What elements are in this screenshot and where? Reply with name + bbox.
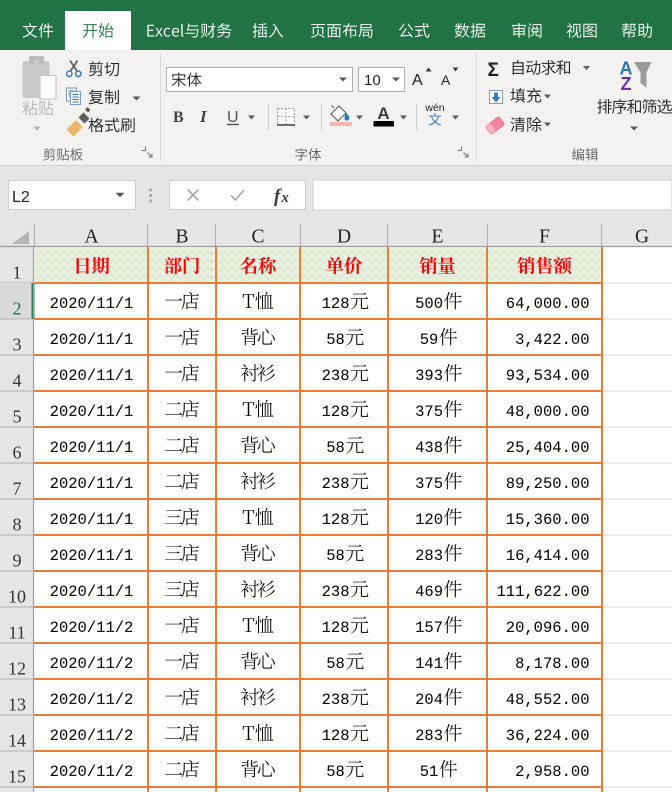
svg-text:2: 2 [13,299,22,319]
svg-text:238: 238 [322,691,350,709]
svg-text:6: 6 [13,443,22,463]
svg-text:111,622.00: 111,622.00 [496,583,589,601]
svg-text:141: 141 [415,655,443,673]
svg-text:128: 128 [322,511,350,529]
svg-text:93,534.00: 93,534.00 [506,367,590,385]
svg-text:10: 10 [364,72,381,89]
svg-text:2020/11/1: 2020/11/1 [50,439,134,457]
svg-text:58: 58 [326,439,345,457]
svg-text:500: 500 [415,295,443,313]
svg-text:25,404.00: 25,404.00 [506,439,590,457]
svg-text:2020/11/1: 2020/11/1 [50,403,134,421]
svg-text:F: F [539,227,550,248]
svg-text:2020/11/1: 2020/11/1 [50,547,134,565]
svg-text:A: A [441,72,451,88]
svg-text:89,250.00: 89,250.00 [506,475,590,493]
svg-text:2020/11/1: 2020/11/1 [50,475,134,493]
svg-text:15,360.00: 15,360.00 [506,511,590,529]
svg-text:A: A [377,104,389,123]
svg-text:2020/11/1: 2020/11/1 [50,295,134,313]
svg-text:157: 157 [415,619,443,637]
svg-text:1: 1 [13,263,22,283]
svg-text:2020/11/2: 2020/11/2 [50,619,134,637]
svg-text:2020/11/2: 2020/11/2 [50,655,134,673]
svg-text:11: 11 [8,623,25,643]
svg-text:120: 120 [415,511,443,529]
svg-text:x: x [281,190,289,206]
svg-text:375: 375 [415,403,443,421]
svg-text:238: 238 [322,475,350,493]
svg-text:2020/11/1: 2020/11/1 [50,367,134,385]
svg-text:U: U [227,109,239,126]
svg-text:128: 128 [322,727,350,745]
svg-text:12: 12 [8,659,26,679]
svg-text:L2: L2 [12,189,30,206]
svg-text:A: A [412,72,423,89]
svg-text:D: D [337,227,351,248]
svg-text:2,958.00: 2,958.00 [515,763,589,781]
svg-text:3,422.00: 3,422.00 [515,331,589,349]
svg-text:8,178.00: 8,178.00 [515,655,589,673]
svg-text:469: 469 [415,583,443,601]
svg-text:4: 4 [13,371,22,391]
svg-text:58: 58 [326,331,345,349]
svg-text:15: 15 [8,767,26,787]
svg-text:51: 51 [420,763,439,781]
svg-text:G: G [635,227,649,248]
svg-text:14: 14 [8,731,26,751]
svg-text:375: 375 [415,475,443,493]
svg-text:9: 9 [13,551,22,571]
svg-text:13: 13 [8,695,26,715]
svg-text:C: C [251,227,264,248]
svg-text:B: B [175,227,188,248]
svg-text:E: E [432,227,444,248]
svg-text:Σ: Σ [488,60,499,81]
svg-text:2020/11/1: 2020/11/1 [50,331,134,349]
svg-text:2020/11/1: 2020/11/1 [50,511,134,529]
svg-text:wén: wén [424,102,444,114]
svg-text:2020/11/1: 2020/11/1 [50,583,134,601]
svg-text:438: 438 [415,439,443,457]
svg-text:238: 238 [322,367,350,385]
svg-text:128: 128 [322,403,350,421]
svg-text:2020/11/2: 2020/11/2 [50,763,134,781]
svg-text:20,096.00: 20,096.00 [506,619,590,637]
svg-text:283: 283 [415,547,443,565]
svg-text:2020/11/2: 2020/11/2 [50,691,134,709]
svg-text:8: 8 [13,515,22,535]
svg-text:A: A [84,227,98,248]
svg-text:Z: Z [621,74,632,94]
svg-text:5: 5 [13,407,22,427]
svg-text:B: B [173,109,184,126]
svg-text:238: 238 [322,583,350,601]
svg-text:204: 204 [415,691,443,709]
svg-text:16,414.00: 16,414.00 [506,547,590,565]
svg-text:3: 3 [13,335,22,355]
svg-text:48,552.00: 48,552.00 [506,691,590,709]
svg-text:393: 393 [415,367,443,385]
svg-text:48,000.00: 48,000.00 [506,403,590,421]
svg-text:59: 59 [420,331,439,349]
svg-text:58: 58 [326,655,345,673]
svg-text:128: 128 [322,295,350,313]
svg-text:10: 10 [8,587,26,607]
svg-text:128: 128 [322,619,350,637]
svg-text:2020/11/2: 2020/11/2 [50,727,134,745]
svg-text:36,224.00: 36,224.00 [506,727,590,745]
svg-text:283: 283 [415,727,443,745]
svg-text:7: 7 [13,479,22,499]
svg-text:64,000.00: 64,000.00 [506,295,590,313]
svg-text:58: 58 [326,547,345,565]
svg-text:58: 58 [326,763,345,781]
